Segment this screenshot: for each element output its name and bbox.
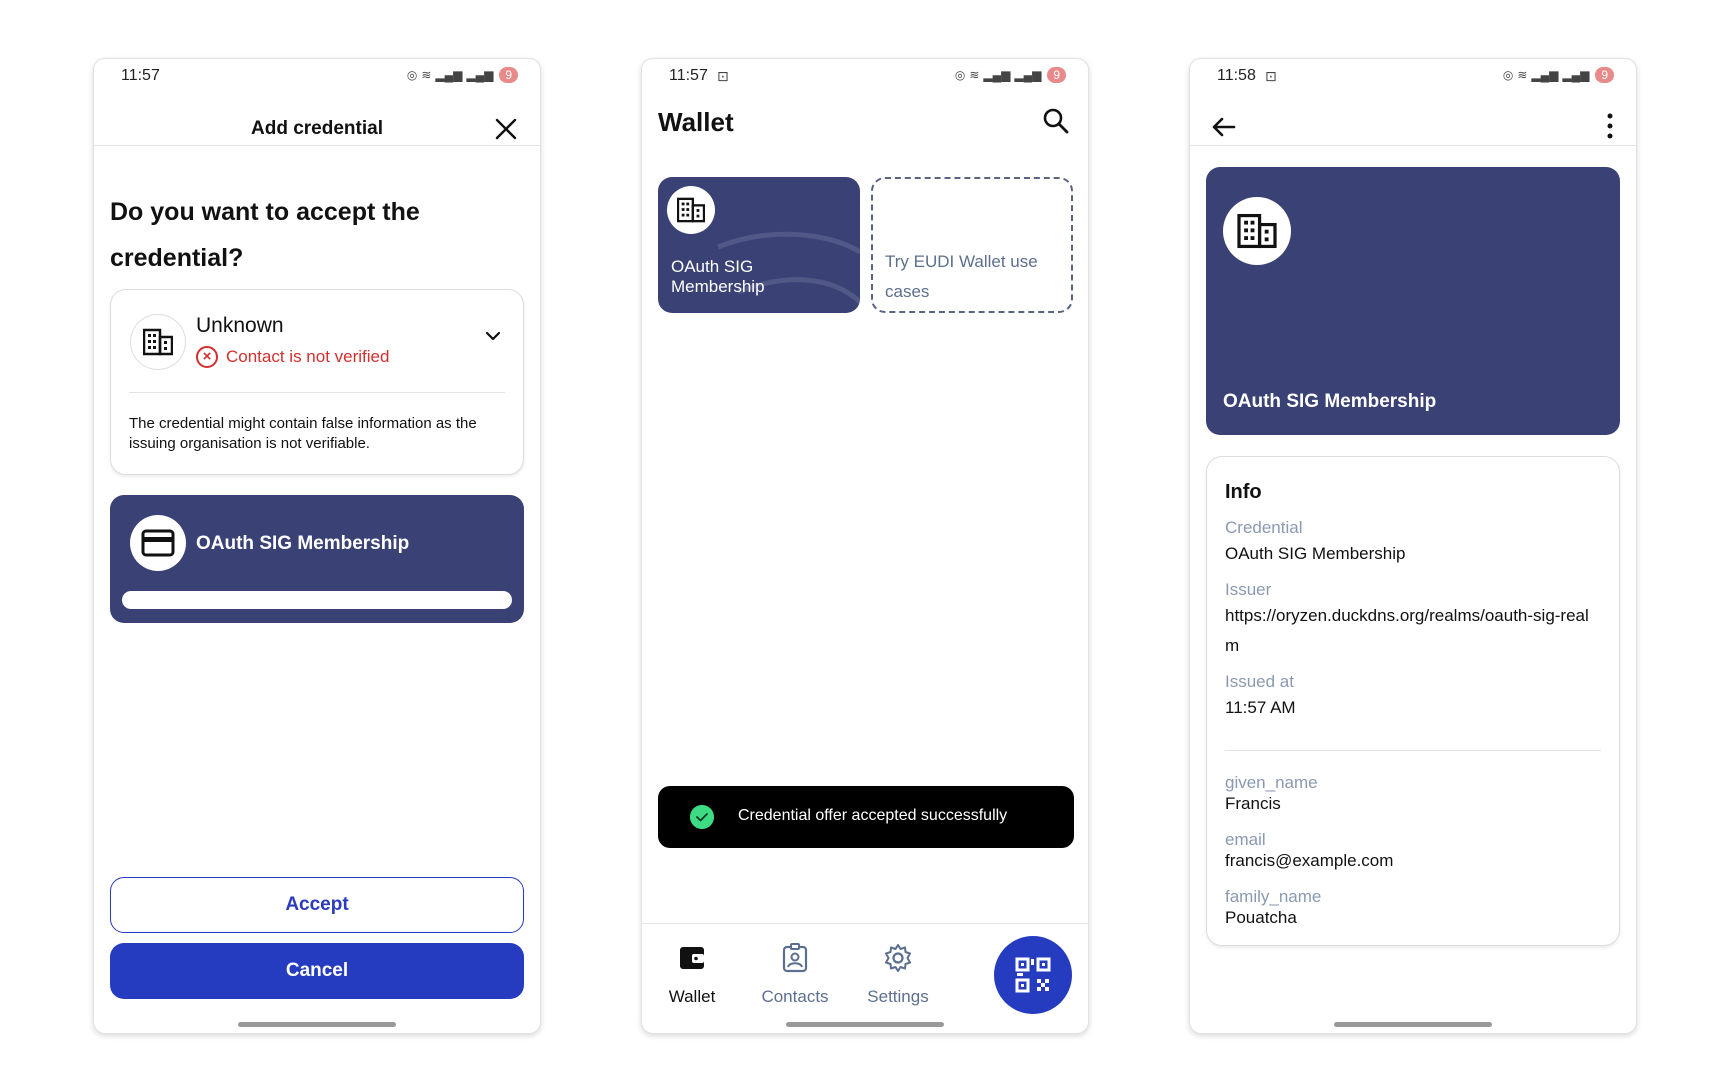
building-icon: [143, 328, 173, 356]
wallet-icon: [680, 947, 704, 969]
nav-item-settings[interactable]: Settings: [848, 942, 948, 1007]
close-icon: [495, 118, 517, 140]
credential-card: OAuth SIG Membership: [110, 495, 524, 623]
field-value-issued-at: 11:57 AM: [1225, 698, 1296, 717]
contacts-icon: [782, 943, 808, 973]
nav-item-contacts[interactable]: Contacts: [745, 942, 845, 1007]
battery-icon: 9: [1595, 67, 1614, 83]
appbar-divider: [94, 145, 540, 146]
search-icon[interactable]: [1042, 107, 1070, 135]
try-eudi-card[interactable]: Try EUDI Wallet use cases: [871, 177, 1073, 313]
status-time: 11:57: [669, 67, 708, 84]
gear-icon: [885, 944, 911, 972]
chevron-down-icon[interactable]: [485, 328, 501, 344]
signal-icon-2: ▂▄▆: [1014, 68, 1042, 82]
more-vertical-icon[interactable]: [1606, 111, 1614, 141]
accept-button[interactable]: Accept: [110, 877, 524, 933]
toast-message: Credential offer accepted successfully: [738, 807, 1008, 824]
appbar-divider: [1190, 145, 1636, 146]
building-icon: [677, 197, 705, 223]
credential-avatar: [130, 515, 186, 571]
battery-icon: 9: [499, 67, 518, 83]
bottom-navigation: Wallet Contacts Settings: [642, 923, 1088, 1033]
info-card: Info Credential OAuth SIG Membership Iss…: [1206, 456, 1620, 946]
nav-label-wallet: Wallet: [668, 987, 716, 1006]
status-icons: ◎ ≋ ▂▄▆ ▂▄▆ 9: [407, 67, 518, 83]
cancel-button[interactable]: Cancel: [110, 943, 524, 999]
claim-value-email: francis@example.com: [1225, 851, 1394, 870]
status-time: 11:58: [1217, 67, 1256, 84]
field-label-issued-at: Issued at: [1225, 672, 1294, 691]
scan-qr-button[interactable]: [994, 936, 1072, 1014]
issuer-avatar: [130, 314, 186, 370]
status-icons: ◎ ≋ ▂▄▆ ▂▄▆ 9: [955, 67, 1066, 83]
issuer-warning: × Contact is not verified: [196, 346, 389, 368]
issuer-name: Unknown: [196, 314, 284, 337]
issuer-card[interactable]: Unknown × Contact is not verified The cr…: [110, 289, 524, 475]
wifi-icon: ≋: [1517, 68, 1528, 82]
credential-title: OAuth SIG Membership: [196, 533, 410, 554]
page-title: Add credential: [251, 118, 383, 139]
error-circle-icon: ×: [196, 346, 218, 368]
wifi-icon: ≋: [421, 68, 432, 82]
try-eudi-text: Try EUDI Wallet use cases: [885, 252, 1038, 301]
field-value-credential: OAuth SIG Membership: [1225, 544, 1406, 563]
screen-record-icon: ⊡: [1265, 68, 1277, 84]
wallet-credential-card[interactable]: OAuth SIG Membership: [658, 177, 860, 313]
credential-detail-screen: 11:58 ⊡ ◎ ≋ ▂▄▆ ▂▄▆ 9 OAuth SIG Membersh…: [1189, 58, 1637, 1034]
signal-icon-2: ▂▄▆: [466, 68, 494, 82]
status-icons: ◎ ≋ ▂▄▆ ▂▄▆ 9: [1503, 67, 1614, 83]
nav-label-settings: Settings: [867, 987, 929, 1006]
status-bar: 11:58 ⊡ ◎ ≋ ▂▄▆ ▂▄▆ 9: [1190, 59, 1636, 95]
wallet-card-title: OAuth SIG Membership: [671, 257, 765, 296]
hotspot-icon: ◎: [1502, 68, 1514, 82]
claim-value-family-name: Pouatcha: [1225, 908, 1297, 927]
nav-label-contacts: Contacts: [761, 987, 829, 1006]
signal-icon: ▂▄▆: [1531, 68, 1559, 82]
info-title: Info: [1225, 481, 1262, 503]
status-bar: 11:57 ⊡ ◎ ≋ ▂▄▆ ▂▄▆ 9: [642, 59, 1088, 95]
signal-icon: ▂▄▆: [435, 68, 463, 82]
credential-avatar: [667, 186, 715, 234]
battery-icon: 9: [1047, 67, 1066, 83]
home-indicator[interactable]: [786, 1022, 944, 1027]
wallet-screen: 11:57 ⊡ ◎ ≋ ▂▄▆ ▂▄▆ 9 Wallet OAuth SIG M…: [641, 58, 1089, 1034]
credential-progress-bar: [122, 591, 512, 609]
credential-detail-card: OAuth SIG Membership: [1206, 167, 1620, 435]
nav-item-wallet[interactable]: Wallet: [642, 942, 742, 1007]
close-button[interactable]: [492, 115, 520, 143]
signal-icon-2: ▂▄▆: [1562, 68, 1590, 82]
issuer-warning-text: Contact is not verified: [226, 347, 390, 366]
back-arrow-icon[interactable]: [1210, 113, 1238, 141]
accept-question: Do you want to accept the credential?: [110, 198, 420, 272]
field-value-issuer: https://oryzen.duckdns.org/realms/oauth-…: [1225, 606, 1589, 655]
issuer-description: The credential might contain false infor…: [129, 415, 477, 452]
screen-record-icon: ⊡: [717, 68, 729, 84]
wifi-icon: ≋: [969, 68, 980, 82]
page-title: Wallet: [658, 107, 734, 137]
signal-icon: ▂▄▆: [983, 68, 1011, 82]
field-label-issuer: Issuer: [1225, 580, 1272, 599]
home-indicator[interactable]: [238, 1022, 396, 1027]
issuer-divider: [129, 392, 505, 393]
field-label-credential: Credential: [1225, 518, 1303, 537]
building-icon: [1237, 213, 1277, 249]
success-toast: Credential offer accepted successfully: [658, 786, 1074, 848]
check-circle-icon: [690, 805, 714, 829]
qr-code-icon: [1015, 957, 1051, 993]
hotspot-icon: ◎: [406, 68, 418, 82]
status-time: 11:57: [121, 67, 160, 84]
credential-avatar: [1223, 197, 1291, 265]
detail-card-title: OAuth SIG Membership: [1223, 391, 1437, 412]
hotspot-icon: ◎: [954, 68, 966, 82]
info-divider: [1225, 750, 1601, 751]
claim-value-given-name: Francis: [1225, 794, 1281, 813]
add-credential-screen: 11:57 ◎ ≋ ▂▄▆ ▂▄▆ 9 Add credential Do yo…: [93, 58, 541, 1034]
status-bar: 11:57 ◎ ≋ ▂▄▆ ▂▄▆ 9: [94, 59, 540, 95]
home-indicator[interactable]: [1334, 1022, 1492, 1027]
credit-card-icon: [141, 529, 175, 557]
